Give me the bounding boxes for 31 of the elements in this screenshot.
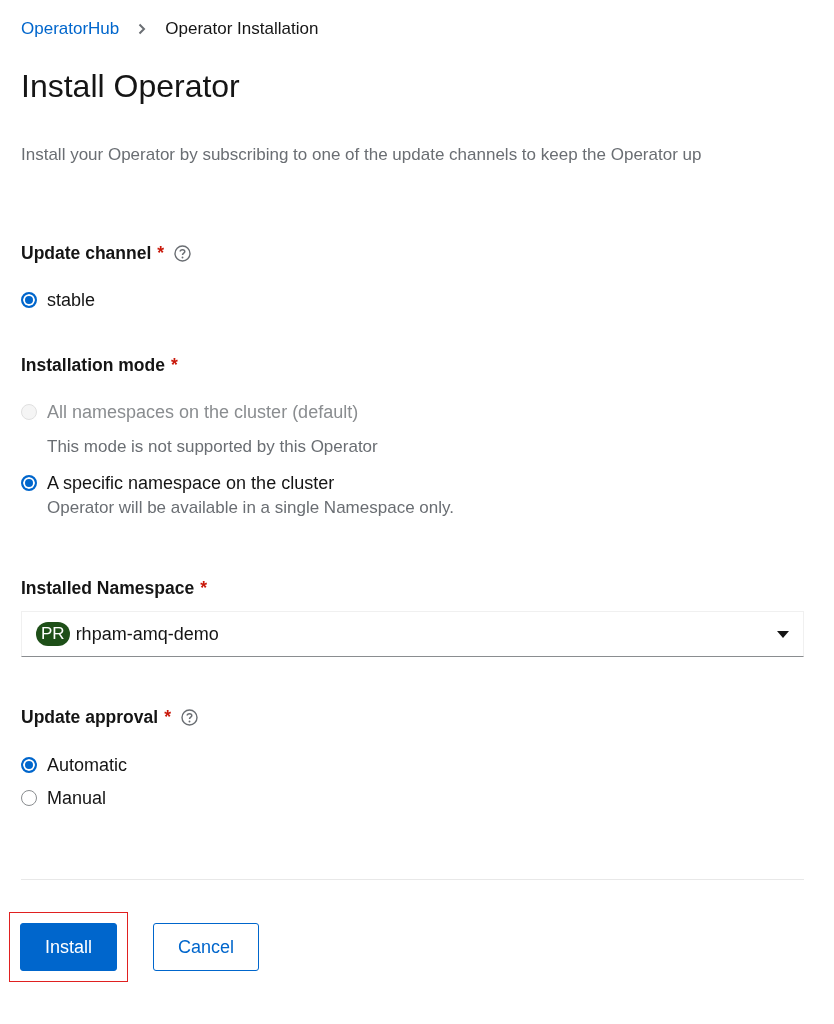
- chevron-right-icon: [138, 23, 147, 35]
- breadcrumb-current: Operator Installation: [165, 19, 319, 39]
- radio-button[interactable]: [21, 757, 37, 773]
- help-icon[interactable]: [174, 244, 192, 262]
- project-badge: PR: [36, 622, 70, 646]
- field-label: Installed Namespace: [21, 577, 195, 599]
- radio-label: A specific namespace on the cluster: [47, 473, 336, 494]
- page-description: Install your Operator by subscribing to one of the update channels to keep the Operator up: [21, 145, 703, 165]
- breadcrumb-link[interactable]: OperatorHub: [21, 19, 120, 39]
- cancel-button[interactable]: Cancel: [153, 923, 260, 971]
- radio-button[interactable]: [21, 475, 37, 491]
- radio-label: Automatic: [47, 755, 128, 776]
- required-mark: *: [157, 242, 165, 264]
- required-mark: *: [170, 354, 178, 376]
- option-description: This mode is not supported by this Operator: [47, 437, 378, 457]
- field-label: Installation mode: [21, 354, 165, 376]
- namespace-dropdown[interactable]: PR rhpam-amq-demo: [21, 611, 804, 657]
- field-label: Update channel: [21, 242, 152, 264]
- required-mark: *: [164, 706, 171, 728]
- page-title: Install Operator: [21, 67, 241, 106]
- radio-label: stable: [47, 290, 96, 311]
- radio-button[interactable]: [21, 292, 37, 308]
- radio-label: All namespaces on the cluster (default): [47, 402, 360, 423]
- radio-button[interactable]: [21, 790, 37, 806]
- help-icon[interactable]: [180, 708, 198, 726]
- required-mark: *: [200, 577, 207, 599]
- install-button[interactable]: Install: [20, 923, 118, 971]
- field-label: Update approval: [21, 706, 159, 728]
- caret-down-icon: [777, 630, 789, 638]
- option-description: Operator will be available in a single Namespace only.: [47, 498, 454, 518]
- radio-label: Manual: [47, 788, 107, 809]
